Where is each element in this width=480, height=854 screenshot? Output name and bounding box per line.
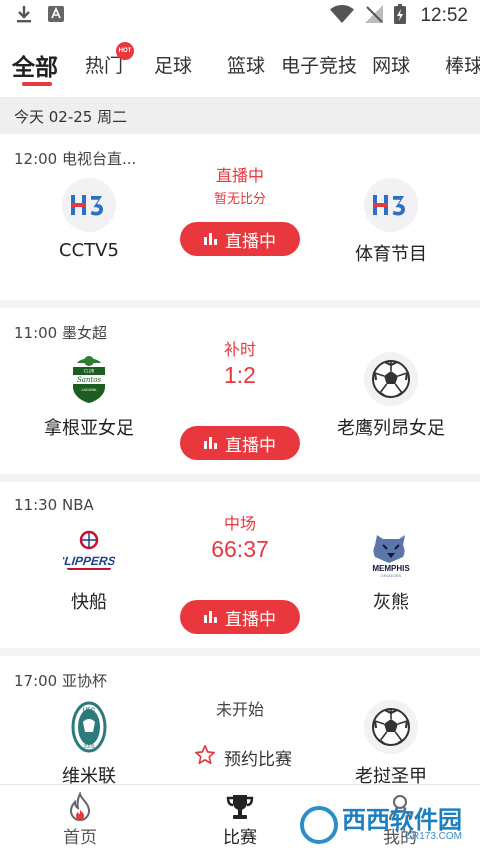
club-crest-icon: UFC 2009 — [62, 700, 116, 754]
away-team[interactable]: MEMPHIS GRIZZLIES 灰熊 — [316, 526, 466, 614]
home-team[interactable]: CLIPPERS 快船 — [14, 526, 164, 614]
away-team[interactable]: 体育节目 — [316, 178, 466, 266]
category-tabs: 全部 热门 HOT 足球 篮球 电子竞技 网球 棒球 — [0, 32, 480, 98]
match-status: 未开始 — [215, 700, 264, 719]
match-time-league: 12:00 电视台直... — [14, 150, 137, 168]
download-icon — [16, 5, 32, 27]
match-card[interactable]: 11:30 NBA CLIPPERS 快船 中场 66:37 直播中 MEMPH… — [0, 482, 480, 648]
team-name: 快船 — [71, 592, 107, 613]
tab-label: 电子竞技 — [281, 55, 358, 77]
star-icon — [194, 744, 216, 771]
live-button[interactable]: 直播中 — [180, 426, 300, 460]
live-bars-icon — [204, 611, 217, 623]
date-header: 今天 02-25 周二 — [0, 98, 480, 134]
match-card[interactable]: 12:00 电视台直... CCTV5 直播中 暂无比分 直播中 体育节目 — [0, 134, 480, 300]
h3-logo-icon — [364, 178, 418, 232]
svg-text:CLUB: CLUB — [84, 369, 95, 374]
match-status-area: 直播中 暂无比分 — [165, 162, 315, 207]
home-team[interactable]: CCTV5 — [14, 178, 164, 261]
score-note: 暂无比分 — [213, 192, 266, 207]
team-name: 拿根亚女足 — [44, 418, 134, 439]
match-time-league: 11:00 墨女超 — [14, 324, 107, 342]
svg-text:LAGUNA: LAGUNA — [81, 388, 97, 392]
svg-text:UFC: UFC — [83, 708, 96, 714]
soccer-ball-icon — [364, 700, 418, 754]
match-status: 直播中 — [215, 166, 264, 185]
match-time-league: 17:00 亚协杯 — [14, 672, 107, 690]
team-name: 灰熊 — [373, 592, 409, 613]
match-card[interactable]: 17:00 亚协杯 UFC 2009 维米联 未开始 预约比赛 老挝圣甲 — [0, 656, 480, 796]
nav-matches[interactable]: 比赛 — [160, 785, 320, 854]
away-team[interactable]: 老挝圣甲 — [316, 700, 466, 788]
flame-icon — [0, 791, 160, 823]
reserve-button[interactable]: 预约比赛 — [178, 740, 308, 774]
away-team[interactable]: 老鹰列昂女足 — [316, 352, 466, 440]
text-app-icon — [48, 6, 64, 26]
svg-text:MEMPHIS: MEMPHIS — [372, 564, 410, 573]
team-name: CCTV5 — [59, 240, 119, 261]
tab-esports[interactable]: 电子竞技 — [274, 32, 366, 97]
match-time-league: 11:30 NBA — [14, 496, 94, 514]
live-bars-icon — [204, 233, 217, 245]
home-team[interactable]: UFC 2009 维米联 — [14, 700, 164, 788]
team-name: 体育节目 — [355, 244, 427, 265]
svg-text:Santos: Santos — [77, 376, 102, 384]
watermark-logo-icon — [300, 806, 338, 844]
svg-text:CLIPPERS: CLIPPERS — [63, 554, 115, 568]
clippers-logo-icon: CLIPPERS — [62, 526, 116, 580]
battery-charging-icon — [394, 4, 407, 28]
status-bar: 12:52 — [0, 0, 480, 32]
watermark-title: 西西软件园 — [342, 806, 462, 834]
wifi-icon — [330, 4, 355, 27]
live-button-label: 直播中 — [225, 231, 276, 252]
match-list: 12:00 电视台直... CCTV5 直播中 暂无比分 直播中 体育节目 11… — [0, 134, 480, 796]
watermark-url: CR173.COM — [404, 831, 462, 842]
soccer-ball-icon — [364, 352, 418, 406]
match-status: 补时 — [223, 340, 256, 359]
tab-label: 足球 — [154, 55, 193, 77]
match-status: 中场 — [223, 514, 256, 533]
tab-basketball[interactable]: 篮球 — [201, 32, 274, 97]
match-status-area: 中场 66:37 — [165, 510, 315, 563]
home-team[interactable]: Santos CLUB LAGUNA 拿根亚女足 — [14, 352, 164, 440]
live-bars-icon — [204, 437, 217, 449]
grizzlies-logo-icon: MEMPHIS GRIZZLIES — [364, 526, 418, 580]
tab-label: 全部 — [12, 54, 58, 81]
nav-label: 比赛 — [223, 828, 257, 848]
live-button-label: 直播中 — [225, 609, 276, 630]
match-card[interactable]: 11:00 墨女超 Santos CLUB LAGUNA 拿根亚女足 补时 1:2 … — [0, 308, 480, 474]
tab-label: 篮球 — [227, 55, 266, 77]
santos-laguna-crest-icon: Santos CLUB LAGUNA — [62, 352, 116, 406]
watermark: 西西软件园 CR173.COM — [300, 806, 462, 844]
tab-all[interactable]: 全部 — [12, 32, 76, 97]
match-status-area: 未开始 — [165, 696, 315, 720]
svg-text:GRIZZLIES: GRIZZLIES — [381, 573, 402, 578]
tab-hot[interactable]: 热门 HOT — [76, 32, 135, 97]
tab-football[interactable]: 足球 — [132, 32, 201, 97]
tab-label: 棒球 — [445, 55, 480, 77]
tab-tennis[interactable]: 网球 — [366, 32, 419, 97]
live-button[interactable]: 直播中 — [180, 222, 300, 256]
clock: 12:52 — [420, 5, 468, 26]
nav-label: 首页 — [63, 828, 97, 848]
nav-home[interactable]: 首页 — [0, 785, 160, 854]
trophy-icon — [160, 791, 320, 823]
match-status-area: 补时 1:2 — [165, 336, 315, 389]
svg-text:2009: 2009 — [83, 744, 94, 750]
tab-baseball[interactable]: 棒球 — [419, 32, 480, 97]
live-button[interactable]: 直播中 — [180, 600, 300, 634]
match-score: 1:2 — [224, 362, 256, 388]
reserve-button-label: 预约比赛 — [224, 749, 292, 770]
tab-label: 网球 — [372, 55, 411, 77]
match-score: 66:37 — [211, 536, 269, 562]
team-name: 老鹰列昂女足 — [337, 418, 445, 439]
live-button-label: 直播中 — [225, 435, 276, 456]
no-signal-icon — [364, 4, 384, 28]
h3-logo-icon — [62, 178, 116, 232]
